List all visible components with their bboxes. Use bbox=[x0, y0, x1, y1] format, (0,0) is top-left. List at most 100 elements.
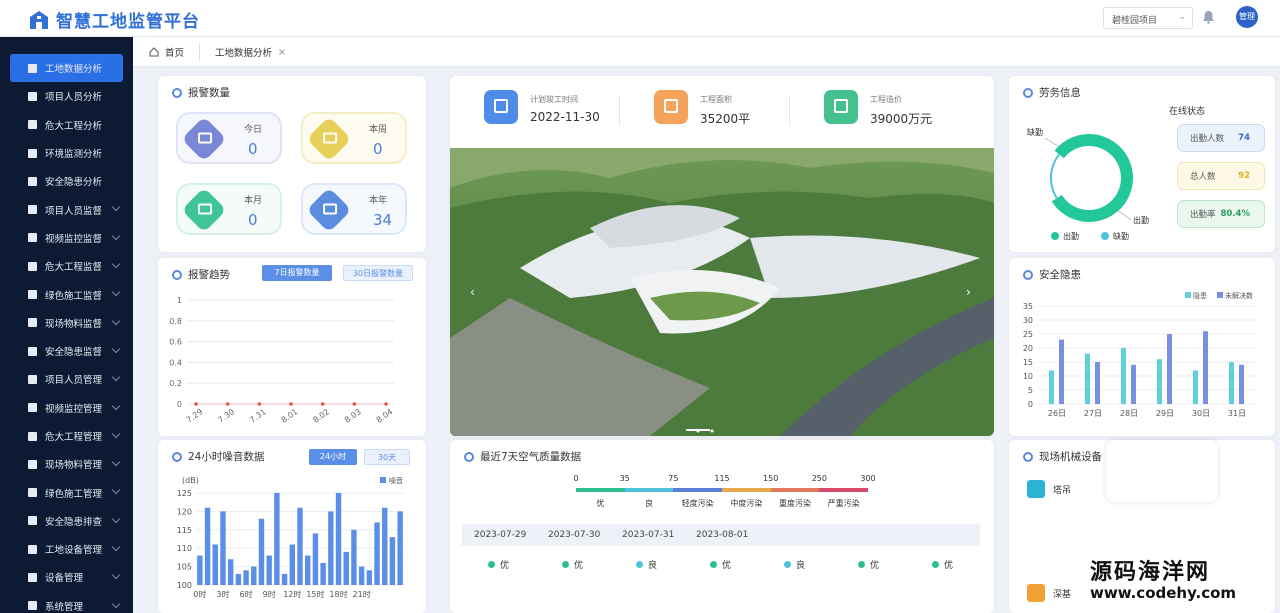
sidebar-item-4[interactable]: 安全隐患分析 bbox=[10, 167, 123, 195]
chevron-down-icon[interactable] bbox=[111, 401, 121, 410]
donut-leader-line bbox=[1116, 209, 1132, 221]
chevron-down-icon[interactable] bbox=[111, 231, 121, 241]
sidebar-item-10[interactable]: 安全隐患监督 bbox=[10, 337, 123, 365]
machine-item-tower-crane[interactable]: 塔吊 bbox=[1027, 480, 1071, 498]
y-tick-label: 25 bbox=[1023, 330, 1033, 339]
sidebar-item-19[interactable]: 系统管理 bbox=[10, 592, 123, 613]
aqi-level: 优 bbox=[488, 558, 509, 571]
menu-item-icon bbox=[28, 572, 37, 582]
close-icon[interactable]: × bbox=[278, 47, 286, 58]
legend-swatch bbox=[1217, 292, 1223, 298]
hazard-card: 安全隐患 隐患 未解决数 35 30 25 20 15 10 5 0 26日 27日 28日 29日 30日… bbox=[1009, 258, 1275, 436]
sidebar-item-label: 危大工程监督 bbox=[45, 262, 103, 274]
attendance-donut-chart: 缺勤出勤出勤 缺勤 bbox=[1027, 127, 1149, 241]
bell-icon[interactable] bbox=[1202, 10, 1215, 24]
chevron-down-icon[interactable] bbox=[111, 288, 121, 297]
sidebar-item-5[interactable]: 项目人员监督 bbox=[10, 195, 123, 223]
sidebar-item-8[interactable]: 绿色施工监督 bbox=[10, 280, 123, 308]
chevron-down-icon[interactable] bbox=[111, 571, 121, 580]
tab-site-analysis[interactable]: 工地数据分析 × bbox=[215, 43, 286, 61]
btn-7-days[interactable]: 7日报警数量 bbox=[262, 265, 332, 281]
y-unit-label: (dB) bbox=[182, 476, 199, 485]
sidebar-item-3[interactable]: 环境监测分析 bbox=[10, 139, 123, 167]
noise-bar bbox=[220, 511, 226, 585]
noise-bar bbox=[389, 537, 396, 585]
chevron-down-icon[interactable] bbox=[111, 429, 121, 439]
y-tick-label: 30 bbox=[1023, 316, 1033, 325]
sidebar-item-14[interactable]: 现场物料管理 bbox=[10, 450, 123, 478]
sidebar-item-2[interactable]: 危大工程分析 bbox=[10, 111, 123, 139]
project-stat-label: 计划竣工时间 bbox=[530, 95, 578, 104]
tab-home[interactable]: 首页 bbox=[149, 43, 184, 61]
tab-bar: 首页 工地数据分析 × bbox=[133, 37, 1280, 67]
sidebar-item-15[interactable]: 绿色施工管理 bbox=[10, 478, 123, 506]
sidebar-item-1[interactable]: 项目人员分析 bbox=[10, 82, 123, 110]
machine-item-foundation[interactable]: 深基 bbox=[1027, 584, 1071, 602]
x-tick-label: 8.02 bbox=[311, 407, 331, 425]
chevron-down-icon[interactable] bbox=[111, 457, 121, 467]
logo: 智慧工地监管平台 bbox=[28, 7, 200, 32]
project-stat-value: 35200平 bbox=[700, 112, 751, 126]
legend-label: 出勤 bbox=[1063, 231, 1079, 241]
noise-bar bbox=[335, 493, 342, 585]
btn-30-days[interactable]: 30日报警数量 bbox=[343, 265, 413, 281]
watermark-line1: 源码海洋网 bbox=[1090, 560, 1211, 585]
hazard-bar bbox=[1239, 364, 1244, 404]
aqi-level-dot bbox=[784, 561, 791, 568]
aqi-level-label: 良 bbox=[648, 561, 658, 571]
x-tick-label: 8.04 bbox=[375, 407, 395, 425]
sidebar-item-18[interactable]: 设备管理 bbox=[10, 563, 123, 591]
sidebar-item-6[interactable]: 视频监控监督 bbox=[10, 224, 123, 252]
sidebar-item-12[interactable]: 视频监控管理 bbox=[10, 394, 123, 422]
sidebar-item-0[interactable]: 工地数据分析 bbox=[10, 54, 123, 83]
btn-30-days-noise[interactable]: 30天 bbox=[364, 449, 410, 465]
sidebar-item-9[interactable]: 现场物料监督 bbox=[10, 309, 123, 337]
noise-bar bbox=[358, 566, 365, 585]
chevron-down-icon[interactable] bbox=[111, 316, 121, 325]
sidebar-item-17[interactable]: 工地设备管理 bbox=[10, 535, 123, 563]
pill-label: 出勤人数 bbox=[1190, 134, 1225, 144]
chevron-down-icon[interactable] bbox=[111, 599, 121, 608]
sidebar-item-7[interactable]: 危大工程监督 bbox=[10, 252, 123, 280]
trend-point bbox=[289, 402, 293, 406]
menu-item-icon bbox=[28, 318, 37, 328]
sidebar-item-13[interactable]: 危大工程管理 bbox=[10, 422, 123, 450]
project-select[interactable]: 碧桂园项目 ⌄ bbox=[1103, 7, 1193, 29]
noise-card: 24小时噪音数据 24小时 30天 (dB) 噪音 125 120 115 110 105 1… bbox=[158, 440, 426, 613]
carousel-prev-icon[interactable]: ‹ bbox=[470, 285, 475, 299]
chevron-down-icon[interactable] bbox=[111, 542, 121, 552]
y-tick-label: 35 bbox=[1023, 302, 1033, 311]
noise-bar bbox=[374, 522, 380, 585]
sidebar-item-11[interactable]: 项目人员管理 bbox=[10, 365, 123, 393]
carousel-next-icon[interactable]: › bbox=[966, 285, 971, 299]
chevron-down-icon[interactable] bbox=[111, 344, 121, 354]
btn-24-hours[interactable]: 24小时 bbox=[309, 449, 357, 465]
hazard-bar bbox=[1121, 348, 1126, 404]
aqi-level-label: 优 bbox=[722, 561, 732, 571]
sidebar-item-16[interactable]: 安全隐患排查 bbox=[10, 507, 123, 535]
sidebar-item-label: 安全隐患分析 bbox=[45, 177, 103, 189]
sidebar-item-label: 视频监控管理 bbox=[45, 403, 103, 415]
aqi-level-label: 优 bbox=[870, 561, 880, 571]
noise-bar bbox=[397, 511, 403, 585]
x-tick-label: 18时 bbox=[329, 589, 347, 599]
chevron-down-icon[interactable] bbox=[111, 373, 121, 382]
aqi-level: 优 bbox=[858, 558, 879, 571]
alarm-year-value: 34 bbox=[373, 211, 393, 229]
x-tick-label: 27日 bbox=[1084, 409, 1102, 418]
chevron-down-icon[interactable] bbox=[111, 514, 121, 523]
sidebar-item-label: 工地数据分析 bbox=[45, 64, 103, 76]
hazard-bar bbox=[1059, 339, 1064, 404]
chevron-down-icon[interactable] bbox=[111, 259, 121, 269]
tab-home-label: 首页 bbox=[165, 48, 185, 59]
avatar[interactable]: 管理 bbox=[1236, 6, 1258, 28]
noise-bar bbox=[274, 493, 280, 585]
project-stat-value: 2022-11-30 bbox=[530, 110, 600, 124]
legend-label: 隐患 bbox=[1193, 291, 1207, 300]
pill-value: 80.4% bbox=[1220, 209, 1251, 219]
chevron-down-icon[interactable] bbox=[111, 203, 121, 212]
chevron-down-icon[interactable] bbox=[111, 486, 121, 495]
air-quality-title: 最近7天空气质量数据 bbox=[464, 449, 581, 464]
alarm-month-label: 本月 bbox=[244, 196, 263, 206]
donut-label-absent: 缺勤 bbox=[1027, 127, 1043, 137]
